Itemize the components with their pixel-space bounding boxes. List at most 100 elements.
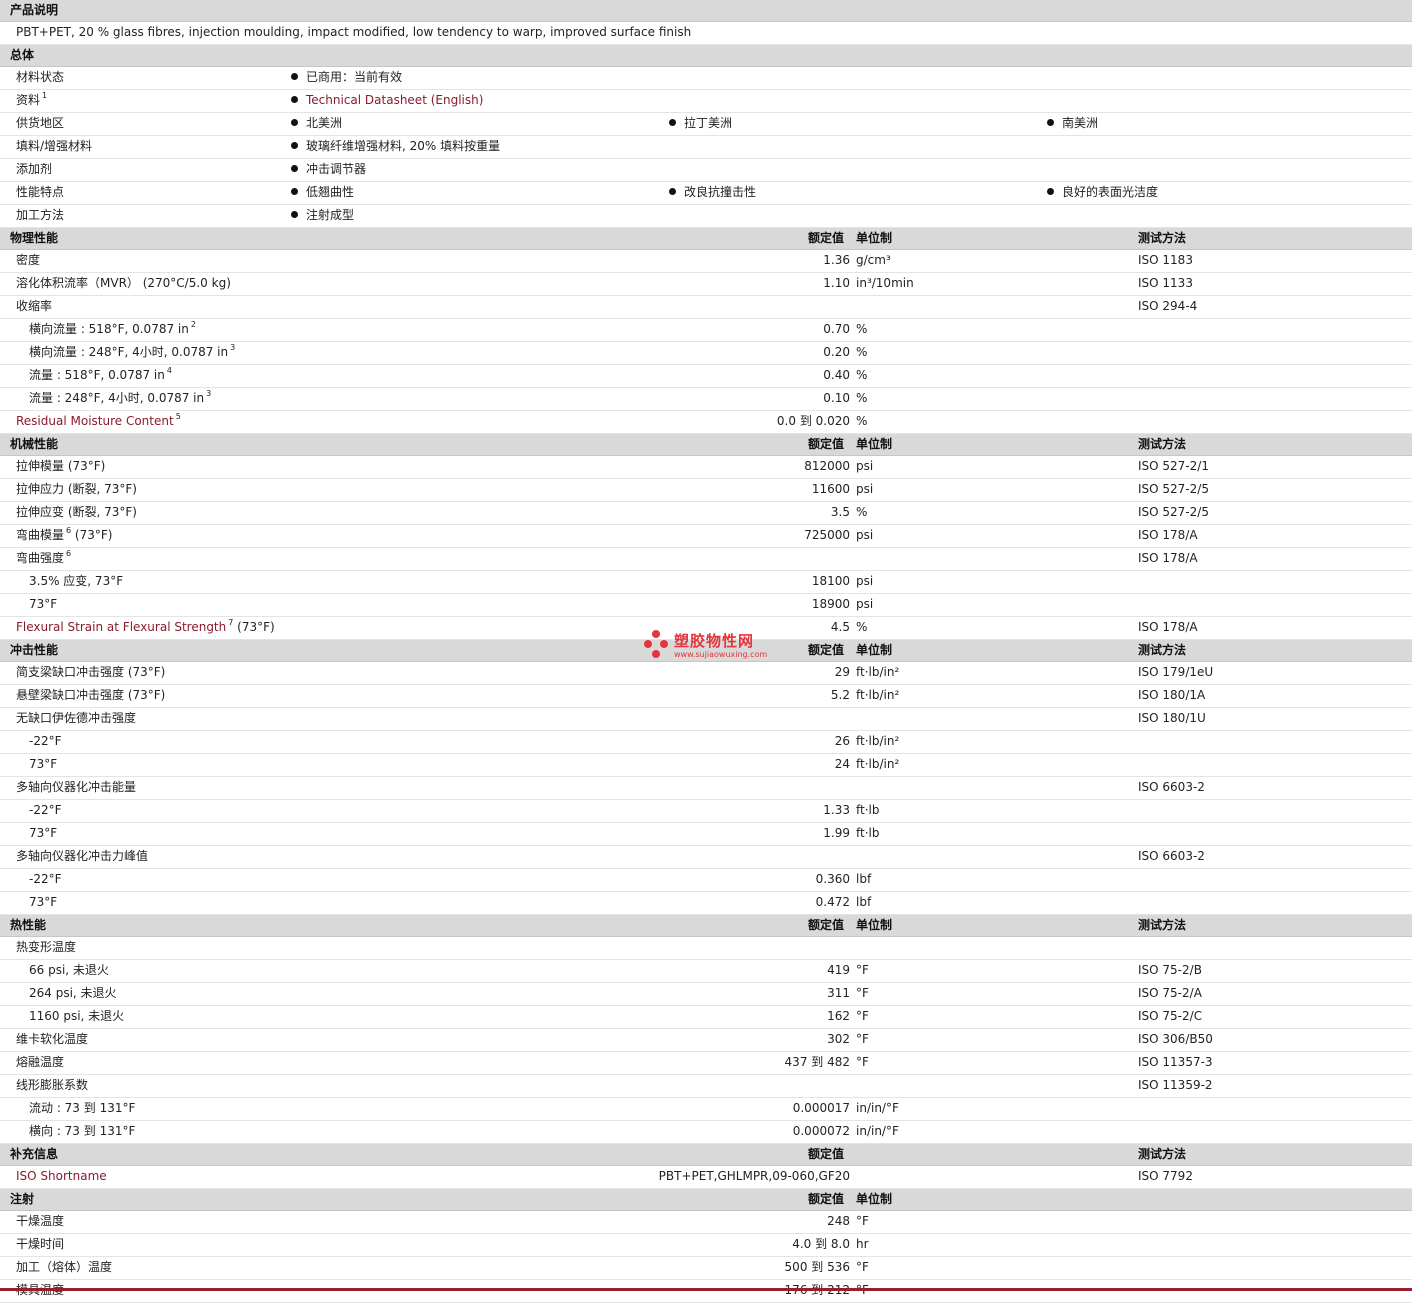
property-label: 收缩率 <box>16 296 52 317</box>
footnote-marker: 3 <box>230 343 236 352</box>
property-label: 73°F <box>29 754 57 775</box>
property-unit: °F <box>856 1214 869 1228</box>
label-text: 73°F <box>29 826 58 840</box>
general-row-label: 添加剂 <box>16 159 52 180</box>
label-text: 供货地区 <box>16 116 65 130</box>
bullet-icon <box>291 119 298 126</box>
property-value: 0.40 <box>823 368 850 382</box>
label-text: 填料/增强材料 <box>16 139 93 153</box>
property-label: 73°F <box>29 892 57 913</box>
property-row: 66 psi, 未退火 419 °F ISO 75-2/B <box>0 960 1412 983</box>
general-row: 加工方法 注射成型 <box>0 205 1412 228</box>
column-header-test-method: 测试方法 <box>1138 437 1187 451</box>
property-row: 简支梁缺口冲击强度 (73°F) 29 ft·lb/in² ISO 179/1eU <box>0 662 1412 685</box>
label-text: 熔融温度 <box>16 1055 65 1069</box>
column-header-unit: 单位制 <box>856 1192 893 1206</box>
property-value: 18900 <box>811 597 850 611</box>
label-text: 添加剂 <box>16 162 53 176</box>
bullet-icon <box>1047 188 1054 195</box>
property-value: 1.10 <box>823 276 850 290</box>
property-row: 干燥温度 248 °F <box>0 1211 1412 1234</box>
bullet-icon <box>291 96 298 103</box>
section-title: 机械性能 <box>10 437 59 451</box>
property-row: 悬壁梁缺口冲击强度 (73°F) 5.2 ft·lb/in² ISO 180/1A <box>0 685 1412 708</box>
property-row: 熔融温度 437 到 482 °F ISO 11357-3 <box>0 1052 1412 1075</box>
property-label: 干燥时间 <box>16 1234 64 1255</box>
label-text: 溶化体积流率（MVR） (270°C/5.0 kg) <box>16 276 231 290</box>
property-label: 熔融温度 <box>16 1052 64 1073</box>
label-text: 简支梁缺口冲击强度 (73°F) <box>16 665 166 679</box>
general-row-item: 北美洲 <box>291 113 342 134</box>
label-text: 拉伸应力 (断裂, 73°F) <box>16 482 137 496</box>
footnote-marker: 2 <box>190 320 196 329</box>
property-value: 0.10 <box>823 391 850 405</box>
footnote-marker: 6 <box>66 549 72 558</box>
property-unit: °F <box>856 1260 869 1274</box>
item-text: 改良抗撞击性 <box>684 185 757 199</box>
label-text: 多轴向仪器化冲击能量 <box>16 780 137 794</box>
property-unit: % <box>856 368 868 382</box>
property-row: 73°F 24 ft·lb/in² <box>0 754 1412 777</box>
bullet-icon <box>291 73 298 80</box>
test-method: ISO 178/A <box>1138 620 1198 634</box>
property-label: -22°F <box>29 869 62 890</box>
general-row-item[interactable]: Technical Datasheet (English) <box>291 90 483 111</box>
property-row: 流量 : 518°F, 0.0787 in 4 0.40% <box>0 365 1412 388</box>
property-unit: g/cm³ <box>856 253 891 267</box>
property-label: 横向流量 : 518°F, 0.0787 in 2 <box>29 319 196 340</box>
item-text: 已商用：当前有效 <box>306 70 403 84</box>
property-row: 溶化体积流率（MVR） (270°C/5.0 kg) 1.10 in³/10min I… <box>0 273 1412 296</box>
test-method: ISO 6603-2 <box>1138 780 1205 794</box>
column-header-test-method: 测试方法 <box>1138 231 1187 245</box>
property-label: 73°F <box>29 594 57 615</box>
bullet-icon <box>1047 119 1054 126</box>
property-value: 1.99 <box>823 826 850 840</box>
property-unit: psi <box>856 459 874 473</box>
property-row: 热变形温度 <box>0 937 1412 960</box>
general-row-item: 玻璃纤维增强材料, 20% 填料按重量 <box>291 136 500 157</box>
label-text: 横向 : 73 到 131°F <box>29 1124 136 1138</box>
property-row: 73°F 18900 psi <box>0 594 1412 617</box>
property-row: 横向 : 73 到 131°F 0.000072 in/in/°F <box>0 1121 1412 1144</box>
label-text: 1160 psi, 未退火 <box>29 1009 125 1023</box>
property-row: 拉伸应变 (断裂, 73°F) 3.5% ISO 527-2/5 <box>0 502 1412 525</box>
general-row-item: 南美洲 <box>1047 113 1098 134</box>
property-value: 0.0 到 0.020 <box>776 414 850 428</box>
column-header-test-method: 测试方法 <box>1138 643 1187 657</box>
property-label: -22°F <box>29 731 62 752</box>
property-unit: °F <box>856 963 869 977</box>
item-text: 低翘曲性 <box>306 185 355 199</box>
label-text: 干燥温度 <box>16 1214 65 1228</box>
label-suffix: (73°F) <box>233 620 275 634</box>
column-header-value: 额定值 <box>808 1192 845 1206</box>
label-text: Flexural Strain at Flexural Strength <box>16 620 227 634</box>
property-row: 弯曲模量 6 (73°F) 725000 psi ISO 178/A <box>0 525 1412 548</box>
section-title: 热性能 <box>10 918 47 932</box>
bullet-icon <box>291 188 298 195</box>
property-label: 流动 : 73 到 131°F <box>29 1098 135 1119</box>
label-text: 66 psi, 未退火 <box>29 963 109 977</box>
property-label: 热变形温度 <box>16 937 76 958</box>
property-row: 维卡软化温度 302 °F ISO 306/B50 <box>0 1029 1412 1052</box>
test-method: ISO 7792 <box>1138 1169 1193 1183</box>
general-row-item: 注射成型 <box>291 205 354 226</box>
property-row: -22°F 0.360 lbf <box>0 869 1412 892</box>
property-label: -22°F <box>29 800 62 821</box>
label-text: 3.5% 应变, 73°F <box>29 574 124 588</box>
property-value: 500 到 536 <box>784 1260 850 1274</box>
property-row: 模具温度176 到 212°F <box>0 1280 1412 1303</box>
property-row: 横向流量 : 248°F, 4小时, 0.0787 in 3 0.20% <box>0 342 1412 365</box>
property-row: 1160 psi, 未退火 162 °F ISO 75-2/C <box>0 1006 1412 1029</box>
item-text: 注射成型 <box>306 208 355 222</box>
item-text: 拉丁美洲 <box>684 116 733 130</box>
test-method: ISO 179/1eU <box>1138 665 1214 679</box>
label-text: 维卡软化温度 <box>16 1032 89 1046</box>
property-value: 4.5 <box>830 620 850 634</box>
property-value: 5.2 <box>830 688 850 702</box>
label-text: 材料状态 <box>16 70 65 84</box>
property-unit: lbf <box>856 872 872 886</box>
test-method: ISO 180/1U <box>1138 711 1206 725</box>
datasheet-link[interactable]: Technical Datasheet (English) <box>306 93 483 107</box>
general-row-label: 填料/增强材料 <box>16 136 92 157</box>
general-row-item: 冲击调节器 <box>291 159 366 180</box>
